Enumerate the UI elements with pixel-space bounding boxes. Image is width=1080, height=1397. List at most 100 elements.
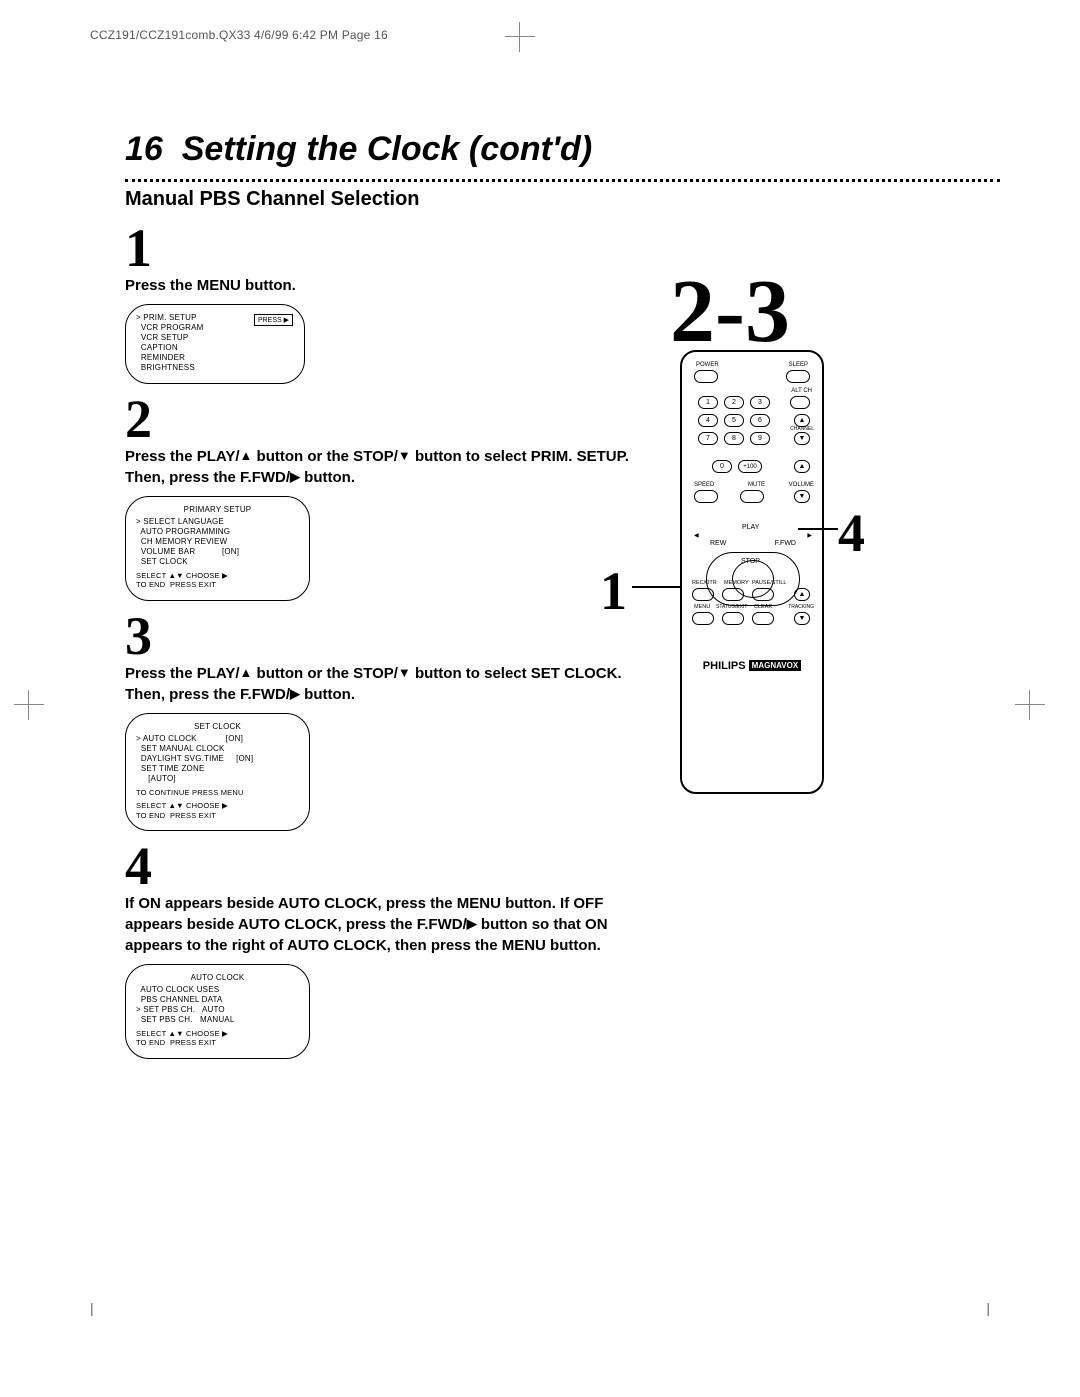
track-down-button: ▼ <box>794 612 810 625</box>
label-power: POWER <box>696 362 719 368</box>
t: button or the STOP/ <box>252 665 398 682</box>
menu-row: PBS CHANNEL DATA <box>136 995 299 1005</box>
menu-screen-1: PRESS ▶ > PRIM. SETUP VCR PROGRAM VCR SE… <box>125 304 305 384</box>
label-recotr: REC/OTR <box>692 580 717 586</box>
down-triangle-icon: ▼ <box>398 448 411 463</box>
menu-row: SET CLOCK <box>136 557 299 567</box>
t: Press the PLAY/ <box>125 665 240 682</box>
page-number: 16 <box>125 130 163 168</box>
label-play: PLAY <box>742 524 759 531</box>
label-altch: ALT CH <box>791 388 812 394</box>
label-speed: SPEED <box>694 482 714 488</box>
label-statusexit: STATUS/EXIT <box>716 604 747 610</box>
num-9-button: 9 <box>750 432 770 445</box>
right-triangle-icon: ▶ <box>807 532 812 539</box>
registration-mark-top <box>505 22 535 52</box>
label-clear: CLEAR <box>754 604 772 610</box>
mute-button <box>740 490 764 503</box>
callout-2-3: 2-3 <box>670 260 790 363</box>
up-triangle-icon: ▲ <box>240 665 253 680</box>
t: button. <box>300 469 355 486</box>
menu-row: SET MANUAL CLOCK <box>136 744 299 754</box>
label-pausestill: PAUSE/STILL <box>752 580 786 586</box>
brand-b: MAGNAVOX <box>749 660 802 671</box>
recotr-button <box>692 588 714 601</box>
right-triangle-icon: ▶ <box>467 916 477 931</box>
brand-a: PHILIPS <box>703 660 746 672</box>
label-rew: REW <box>710 540 726 547</box>
menu-footer: SELECT ▲▼ CHOOSE ▶ TO END PRESS EXIT <box>136 801 299 820</box>
callout-4: 4 <box>838 502 865 564</box>
altch-button <box>790 396 810 409</box>
step-1-text: Press the MENU button. <box>125 275 635 296</box>
callout-1: 1 <box>600 560 627 622</box>
menu-row: AUTO CLOCK USES <box>136 985 299 995</box>
press-indicator: PRESS ▶ <box>254 314 293 326</box>
manual-page: CCZ191/CCZ191comb.QX33 4/6/99 6:42 PM Pa… <box>0 0 1080 1397</box>
footer-mark-right: | <box>986 1300 990 1316</box>
statusexit-button <box>722 612 744 625</box>
vol-up-button: ▲ <box>794 460 810 473</box>
menu-screen-4: AUTO CLOCK AUTO CLOCK USES PBS CHANNEL D… <box>125 964 310 1059</box>
label-ffwd: F.FWD <box>775 540 796 547</box>
menu-screen-3-frame: SET CLOCK > AUTO CLOCK [ON] SET MANUAL C… <box>125 713 310 831</box>
step-3-number: 3 <box>125 609 995 663</box>
callout-1-line <box>632 586 680 588</box>
menu-row: AUTO PROGRAMMING <box>136 527 299 537</box>
menu-screen-4-frame: AUTO CLOCK AUTO CLOCK USES PBS CHANNEL D… <box>125 964 310 1059</box>
callout-4-line <box>798 528 838 530</box>
menu-title: AUTO CLOCK <box>136 973 299 983</box>
page-title-text: Setting the Clock (cont'd) <box>182 130 592 168</box>
menu-row: BRIGHTNESS <box>136 363 294 373</box>
label-stop: STOP <box>741 558 760 565</box>
page-title: 16 Setting the Clock (cont'd) <box>125 130 995 169</box>
menu-row: REMINDER <box>136 353 294 363</box>
label-mute: MUTE <box>748 482 765 488</box>
step-4-text: If ON appears beside AUTO CLOCK, press t… <box>125 893 635 956</box>
menu-mid: TO CONTINUE PRESS MENU <box>136 788 299 797</box>
title-divider <box>125 173 1000 182</box>
up-triangle-icon: ▲ <box>240 448 253 463</box>
menu-row: SET PBS CH. MANUAL <box>136 1015 299 1025</box>
step-1-number: 1 <box>125 221 995 275</box>
label-volume: VOLUME <box>789 482 814 488</box>
pausestill-button <box>752 588 774 601</box>
num-1-button: 1 <box>698 396 718 409</box>
down-triangle-icon: ▼ <box>398 665 411 680</box>
right-triangle-icon: ▶ <box>290 469 300 484</box>
brand-label: PHILIPS MAGNAVOX <box>690 660 814 672</box>
menu-row: CH MEMORY REVIEW <box>136 537 299 547</box>
right-triangle-icon: ▶ <box>290 686 300 701</box>
menu-screen-3: SET CLOCK > AUTO CLOCK [ON] SET MANUAL C… <box>125 713 310 831</box>
menu-title: PRIMARY SETUP <box>136 505 299 515</box>
label-menu: MENU <box>694 604 710 610</box>
menu-row: VOLUME BAR [ON] <box>136 547 299 557</box>
registration-mark-left <box>14 690 44 720</box>
label-tracking: TRACKING <box>788 604 814 610</box>
remote-inner: POWER SLEEP ALT CH 1 2 3 4 5 6 ▲ CHANNEL… <box>690 360 814 784</box>
ch-down-button: ▼ <box>794 432 810 445</box>
num-8-button: 8 <box>724 432 744 445</box>
menu-row: [AUTO] <box>136 774 299 784</box>
menu-row: CAPTION <box>136 343 294 353</box>
step-2-text: Press the PLAY/▲ button or the STOP/▼ bu… <box>125 446 635 488</box>
menu-screen-2-frame: PRIMARY SETUP > SELECT LANGUAGE AUTO PRO… <box>125 496 310 601</box>
num-7-button: 7 <box>698 432 718 445</box>
num-0-button: 0 <box>712 460 732 473</box>
menu-footer: SELECT ▲▼ CHOOSE ▶ TO END PRESS EXIT <box>136 571 299 590</box>
footer-mark-left: | <box>90 1300 94 1316</box>
num-100-button: +100 <box>738 460 762 473</box>
step-2-number: 2 <box>125 392 995 446</box>
num-4-button: 4 <box>698 414 718 427</box>
t: button. <box>300 686 355 703</box>
vol-down-button: ▼ <box>794 490 810 503</box>
menu-button <box>692 612 714 625</box>
menu-row: > SELECT LANGUAGE <box>136 517 299 527</box>
menu-row: > SET PBS CH. AUTO <box>136 1005 299 1015</box>
page-content: 16 Setting the Clock (cont'd) Manual PBS… <box>125 130 995 1059</box>
num-5-button: 5 <box>724 414 744 427</box>
memory-button <box>722 588 744 601</box>
sleep-button <box>786 370 810 383</box>
t: button or the STOP/ <box>252 448 398 465</box>
speed-button <box>694 490 718 503</box>
